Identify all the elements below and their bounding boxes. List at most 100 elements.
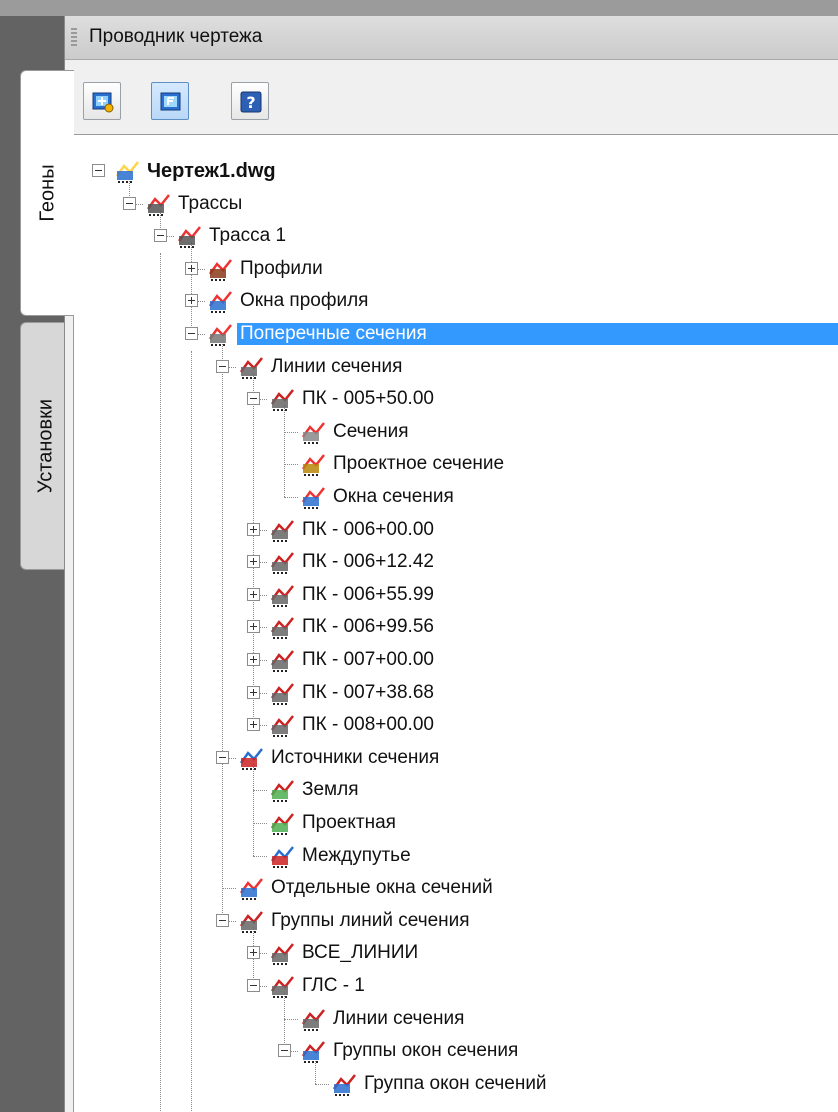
panel-title: Проводник чертежа <box>89 26 263 47</box>
panel-titlebar[interactable]: Проводник чертежа <box>65 16 838 60</box>
tree-node-label: Источники сечения <box>271 746 440 768</box>
expand-plus-icon[interactable] <box>185 294 198 308</box>
tree-node[interactable]: Сечения <box>74 416 838 449</box>
expand-plus-icon[interactable] <box>247 620 260 634</box>
section-source-icon <box>269 843 297 869</box>
surface-source-icon <box>269 810 297 836</box>
tree-node-label: Земля <box>302 779 359 801</box>
tree-node[interactable]: Профили <box>74 253 838 286</box>
tree-node[interactable]: Линии сечения <box>74 1003 838 1036</box>
tree-node-label: ПК - 006+99.56 <box>302 616 434 638</box>
prospector-icon <box>160 92 181 111</box>
tab-settings[interactable]: Установки <box>20 322 70 570</box>
tree-node[interactable]: ПК - 006+55.99 <box>74 579 838 612</box>
sample-line-icon <box>300 1006 328 1032</box>
tree-node[interactable]: ПК - 006+12.42 <box>74 546 838 579</box>
expand-plus-icon[interactable] <box>247 946 260 960</box>
alignments-icon <box>145 191 173 217</box>
tree-node[interactable]: Окна сечения <box>74 481 838 514</box>
tree-node[interactable]: Трасса 1 <box>74 220 838 253</box>
expand-plus-icon[interactable] <box>247 653 260 666</box>
tree-node[interactable]: ПК - 005+50.00 <box>74 383 838 416</box>
tree-node-label: Проектная <box>302 812 396 833</box>
tree-node[interactable]: ВСЕ_ЛИНИИ <box>74 937 838 970</box>
tree-node-label: Профили <box>240 257 323 279</box>
expand-plus-icon[interactable] <box>247 587 260 601</box>
tree-node-label: ПК - 007+00.00 <box>302 649 434 670</box>
tree-node-label: ПК - 005+50.00 <box>302 388 434 410</box>
prospector-button[interactable] <box>151 82 189 120</box>
tree-node[interactable]: Проектная <box>74 807 838 840</box>
tree-node[interactable]: ПК - 007+00.00 <box>74 644 838 677</box>
tree-node[interactable]: Группа окон сечений <box>74 1068 838 1101</box>
tree-node[interactable]: Группы линий сечения <box>74 905 838 938</box>
tree-node-label: ПК - 006+12.42 <box>302 551 434 573</box>
tree-node-label: ПК - 006+00.00 <box>302 518 434 540</box>
expand-plus-icon[interactable] <box>247 718 260 732</box>
tree-node[interactable]: Линии сечения <box>74 351 838 384</box>
tree-node-label: ГЛС - 1 <box>302 975 365 996</box>
sample-line-icon <box>269 712 297 738</box>
tree-node[interactable]: Проектное сечение <box>74 448 838 481</box>
collapse-minus-icon[interactable] <box>278 1044 291 1058</box>
collapse-minus-icon[interactable] <box>123 196 136 210</box>
tree-node[interactable]: Источники сечения <box>74 742 838 775</box>
sections-icon <box>300 419 328 445</box>
prospector-tree[interactable]: Чертеж1.dwg Трассы Трасса 1 Профили Окна про… <box>73 134 838 1112</box>
window-top-band <box>0 0 838 16</box>
help-button[interactable]: ? <box>231 82 269 120</box>
alignment-icon <box>176 223 204 249</box>
surface-source-icon <box>269 777 297 803</box>
section-view-groups-icon <box>331 1071 359 1097</box>
collapse-minus-icon[interactable] <box>216 359 229 373</box>
tree-node[interactable]: ПК - 006+99.56 <box>74 611 838 644</box>
collapse-minus-icon[interactable] <box>92 164 105 177</box>
tree-node[interactable]: ПК - 008+00.00 <box>74 709 838 742</box>
tree-node-label: Окна профиля <box>240 290 369 312</box>
help-icon: ? <box>240 91 262 113</box>
collapse-minus-icon[interactable] <box>247 392 260 406</box>
tree-node[interactable]: ГЛС - 1 <box>74 970 838 1003</box>
sample-lines-icon <box>207 321 235 347</box>
expand-plus-icon[interactable] <box>247 522 260 536</box>
collapse-minus-icon[interactable] <box>185 327 198 340</box>
tree-node[interactable]: Трассы <box>74 188 838 221</box>
tree-node-label: Группы линий сечения <box>271 909 470 931</box>
tab-settings-label: Установки <box>34 398 56 494</box>
drawing-icon <box>114 158 142 184</box>
tree-node-label: Проектное сечение <box>333 453 505 475</box>
tree-node[interactable]: Группы окон сечения <box>74 1035 838 1068</box>
section-view-groups-icon <box>300 1038 328 1064</box>
tree-node-label: Отдельные окна сечений <box>271 877 493 899</box>
tree-node-label: Линии сечения <box>333 1007 465 1029</box>
sample-line-groups-icon <box>238 908 266 934</box>
sample-line-icon <box>269 582 297 608</box>
tree-node-label: ВСЕ_ЛИНИИ <box>302 942 419 964</box>
tree-node[interactable]: Чертеж1.dwg <box>74 155 838 188</box>
collapse-minus-icon[interactable] <box>247 979 260 992</box>
tab-geons[interactable]: Геоны <box>20 70 74 316</box>
expand-plus-icon[interactable] <box>247 685 260 699</box>
drag-grip-icon[interactable] <box>71 28 77 48</box>
prospector-panel: Проводник чертежа ? Чертеж1.dwg Трассы Т… <box>64 16 838 1112</box>
collapse-minus-icon[interactable] <box>216 750 229 764</box>
tree-node-label: Окна сечения <box>333 486 454 507</box>
tree-node[interactable]: Земля <box>74 774 838 807</box>
tree-node[interactable]: Поперечные сечения <box>74 318 838 351</box>
collapse-minus-icon[interactable] <box>216 913 229 927</box>
section-views-icon <box>238 875 266 901</box>
sample-line-icon <box>269 549 297 575</box>
tree-node[interactable]: ПК - 007+38.68 <box>74 677 838 710</box>
section-views-icon <box>300 484 328 510</box>
expand-plus-icon[interactable] <box>247 555 260 569</box>
profile-views-icon <box>207 288 235 314</box>
tree-node-label: Трассы <box>178 192 243 214</box>
tree-node[interactable]: Окна профиля <box>74 285 838 318</box>
tree-node[interactable]: ПК - 006+00.00 <box>74 514 838 547</box>
tree-node[interactable]: Отдельные окна сечений <box>74 872 838 905</box>
tree-node[interactable]: Междупутье <box>74 840 838 873</box>
collapse-minus-icon[interactable] <box>154 229 167 243</box>
expand-plus-icon[interactable] <box>185 261 198 275</box>
toolspace-view-button[interactable] <box>83 82 121 120</box>
tree-node-label: Трасса 1 <box>209 225 287 247</box>
